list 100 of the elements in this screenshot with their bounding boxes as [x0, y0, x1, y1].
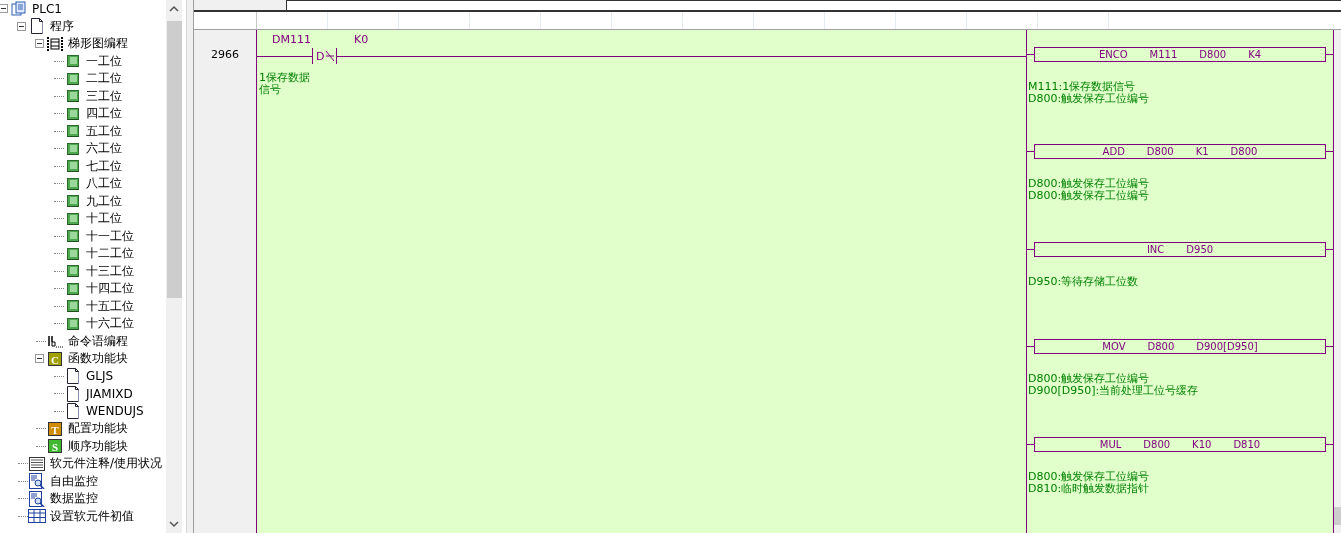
instruction-box[interactable]: INC D950: [1034, 241, 1326, 257]
instruction-operand: D900[D950]: [1196, 341, 1258, 353]
operand-label: K0: [354, 33, 369, 46]
block-icon: [67, 247, 79, 260]
tree-item[interactable]: 梯形图编程: [67, 35, 129, 53]
block-icon: [67, 230, 79, 243]
block-icon: [67, 300, 79, 313]
tree-item[interactable]: PLC1: [31, 1, 63, 16]
tree-item[interactable]: 设置软元件初值: [49, 507, 135, 525]
instruction-box[interactable]: MUL D800 K10 D810: [1034, 436, 1326, 452]
block-icon: [67, 125, 79, 138]
block-icon: [67, 160, 79, 173]
tree-item[interactable]: 顺序功能块: [67, 437, 129, 455]
block-icon: [67, 90, 79, 103]
ladder-icon: [47, 35, 63, 52]
tree-item[interactable]: 三工位: [85, 87, 123, 105]
tree-item[interactable]: 十四工位: [85, 280, 135, 298]
block-icon: [67, 177, 79, 190]
collapse-icon[interactable]: [16, 21, 26, 31]
instruction-operand: K4: [1248, 49, 1262, 60]
block-icon: [67, 107, 79, 120]
tree-item[interactable]: 五工位: [85, 122, 123, 140]
tree-item[interactable]: GLJS: [85, 369, 115, 384]
document-icon: [30, 18, 44, 35]
block-icon: [67, 72, 79, 85]
scrollbar[interactable]: [166, 0, 182, 533]
scroll-up-icon[interactable]: [169, 5, 179, 12]
document-icon: [66, 368, 80, 385]
instruction-comment: D950:等待存储工位数: [1027, 275, 1140, 288]
rung-number: 2966: [211, 48, 239, 62]
instruction-comment: D800:触发保存工位编号 D900[D950]:当前处理工位号缓存: [1027, 373, 1200, 398]
tree-item[interactable]: JIAMIXD: [85, 386, 134, 401]
instruction-list-icon: [47, 333, 63, 350]
tree-item[interactable]: 十二工位: [85, 245, 135, 263]
block-icon: [67, 265, 79, 278]
badge-icon: C: [48, 351, 62, 366]
tree-item[interactable]: 函数功能块: [67, 350, 129, 368]
list-icon: [29, 456, 45, 471]
tree-item[interactable]: 八工位: [85, 175, 123, 193]
tree-item[interactable]: 十六工位: [85, 315, 135, 333]
tree-item[interactable]: 九工位: [85, 192, 123, 210]
instruction-operand: D800: [1199, 49, 1227, 60]
instruction-mnemonic: ADD: [1102, 146, 1125, 158]
badge-icon: T: [48, 421, 62, 436]
instruction-operand: D800: [1143, 438, 1171, 450]
tree-item[interactable]: WENDUJS: [85, 404, 145, 419]
tree-item[interactable]: 十一工位: [85, 227, 135, 245]
tree-item[interactable]: 十工位: [85, 210, 123, 228]
tree-item[interactable]: 四工位: [85, 105, 123, 123]
scroll-down-icon[interactable]: [169, 521, 179, 528]
instruction-operand: K1: [1195, 146, 1209, 158]
instruction-comment: D800:触发保存工位编号 D810:临时触发数据指针: [1027, 470, 1151, 495]
document-icon: [66, 403, 80, 420]
instruction-box[interactable]: MOV D800 D900[D950]: [1034, 339, 1326, 355]
collapse-icon[interactable]: [34, 354, 44, 364]
block-icon: [67, 55, 79, 68]
instruction-operand: D950: [1186, 243, 1214, 255]
instruction-operand: M111: [1149, 49, 1178, 60]
instruction-box[interactable]: ADD D800 K1 D800: [1034, 144, 1326, 160]
block-icon: [67, 142, 79, 155]
instruction-operand: D810: [1233, 438, 1261, 450]
instruction-operand: D800: [1230, 146, 1258, 158]
instruction-box[interactable]: ENCO M111 D800 K4: [1034, 47, 1326, 62]
contact-type-label: D: [316, 49, 325, 63]
instruction-mnemonic: MOV: [1102, 341, 1126, 353]
tree-item[interactable]: 十五工位: [85, 297, 135, 315]
instruction-comment: D800:触发保存工位编号 D800:触发保存工位编号: [1027, 178, 1151, 203]
contact-comment: 1保存数据 信号: [258, 72, 311, 96]
tree-item[interactable]: 配置功能块: [67, 420, 129, 438]
magnifier-document-icon: [29, 473, 45, 490]
tree-item[interactable]: 一工位: [85, 52, 123, 70]
magnifier-document-icon: [29, 490, 45, 507]
device-label: DM111: [272, 33, 312, 46]
tree-item[interactable]: 六工位: [85, 140, 123, 158]
scrollbar-thumb[interactable]: [166, 21, 182, 298]
scrollbar-thumb[interactable]: [1334, 507, 1341, 525]
instruction-mnemonic: INC: [1146, 243, 1165, 255]
tree-item[interactable]: 十三工位: [85, 262, 135, 280]
block-icon: [67, 195, 79, 208]
instruction-operand: K10: [1192, 438, 1212, 450]
table-icon: [28, 509, 46, 524]
tree-item[interactable]: 命令语编程: [67, 332, 129, 350]
collapse-icon[interactable]: [34, 39, 44, 49]
instruction-mnemonic: MUL: [1099, 438, 1122, 450]
tree-item[interactable]: 自由监控: [49, 472, 99, 490]
instruction-operand: D800: [1146, 146, 1174, 158]
block-icon: [67, 212, 79, 225]
document-icon: [66, 385, 80, 402]
tree-item[interactable]: 数据监控: [49, 490, 99, 508]
tree-item[interactable]: 七工位: [85, 157, 123, 175]
block-icon: [67, 282, 79, 295]
instruction-mnemonic: ENCO: [1098, 49, 1128, 60]
collapse-icon[interactable]: [0, 4, 8, 14]
instruction-operand: D800: [1147, 341, 1175, 353]
badge-icon: S: [48, 439, 62, 454]
tree-item[interactable]: 软元件注释/使用状况: [49, 455, 164, 473]
tree-item[interactable]: 程序: [49, 17, 75, 35]
instruction-comment: M111:1保存数据信号 D800:触发保存工位编号: [1027, 81, 1151, 105]
tree-item[interactable]: 二工位: [85, 70, 123, 88]
block-icon: [67, 317, 79, 330]
